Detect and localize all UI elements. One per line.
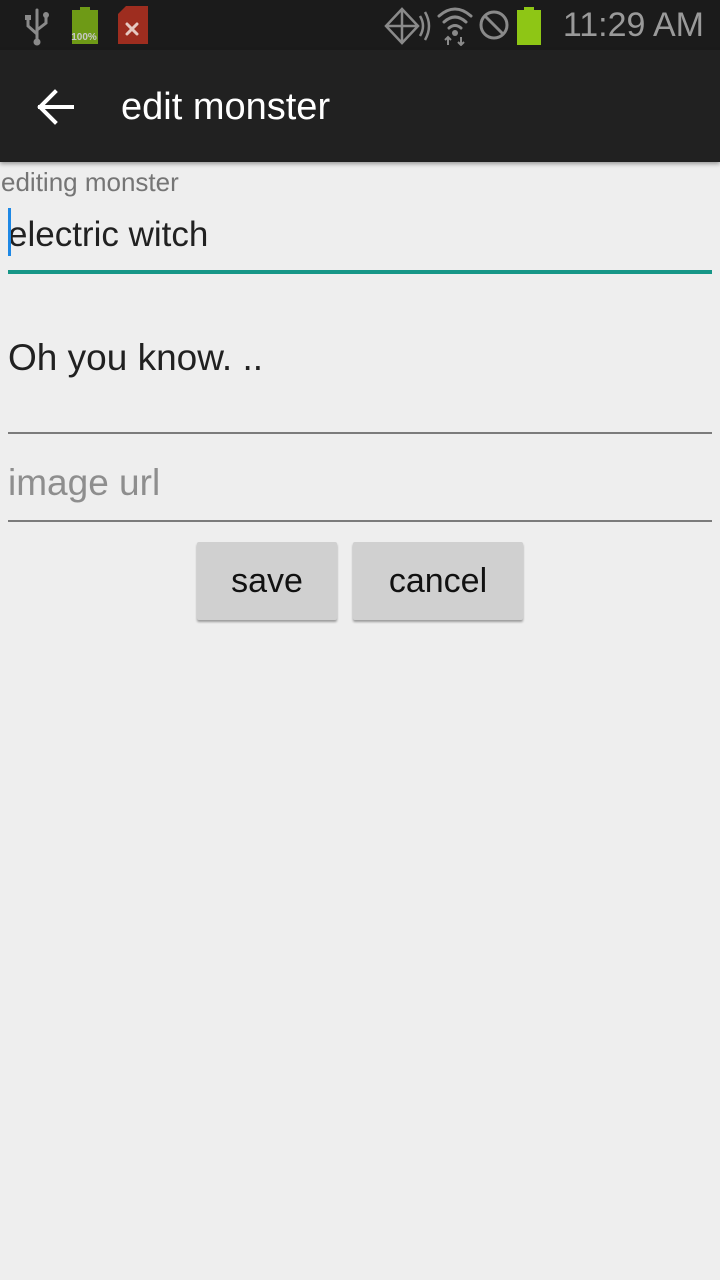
monster-name-input[interactable] (8, 210, 712, 260)
status-bar: 100% 11:29 AM (0, 0, 720, 50)
image-url-input[interactable] (8, 458, 712, 508)
status-time: 11:29 AM (562, 6, 704, 44)
image-url-field-underline (8, 520, 712, 522)
cancel-button[interactable]: cancel (353, 542, 523, 620)
monster-description-input[interactable] (8, 333, 712, 383)
back-button[interactable] (30, 86, 82, 128)
page-title: edit monster (121, 86, 331, 128)
name-field-label: editing monster (1, 167, 179, 197)
app-bar: edit monster (0, 50, 720, 162)
description-field-underline (8, 432, 712, 434)
arrow-back-icon (37, 89, 74, 125)
do-not-disturb-icon (479, 10, 509, 40)
text-cursor (8, 208, 11, 256)
name-field-underline (8, 270, 712, 274)
storage-error-icon (118, 6, 148, 44)
nfc-icon (384, 7, 431, 45)
wifi-icon (437, 7, 473, 46)
save-button[interactable]: save (197, 542, 337, 620)
battery-icon (517, 7, 541, 45)
battery-percent-label: 100% (71, 32, 97, 43)
usb-icon (25, 8, 49, 46)
